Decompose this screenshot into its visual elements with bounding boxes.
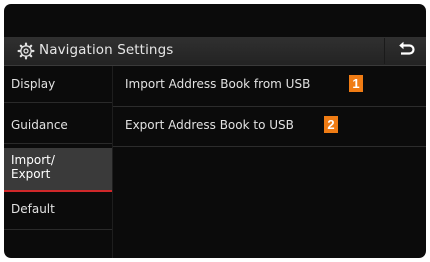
title-bar: Navigation Settings [4, 37, 426, 66]
back-arrow-icon [397, 41, 415, 61]
head-unit-screen: Navigation Settings Display Guidance Imp… [4, 4, 426, 258]
gear-icon [17, 42, 35, 60]
sidebar-item-default[interactable]: Default [4, 193, 112, 229]
import-address-book-option[interactable]: Import Address Book from USB 1 [113, 67, 426, 103]
sidebar-item-label: Default [11, 202, 55, 216]
divider [4, 143, 112, 144]
page-title: Navigation Settings [39, 42, 174, 58]
sidebar: Display Guidance Import/ Export Default [4, 66, 112, 258]
option-label: Export Address Book to USB [125, 118, 294, 132]
sidebar-item-import-export[interactable]: Import/ Export [4, 148, 112, 192]
divider [113, 146, 426, 147]
sidebar-item-label: Import/ Export [11, 153, 55, 181]
callout-badge: 2 [324, 116, 338, 133]
export-address-book-option[interactable]: Export Address Book to USB 2 [113, 107, 426, 143]
sidebar-item-label: Guidance [11, 118, 68, 132]
sidebar-item-display[interactable]: Display [4, 66, 112, 102]
sidebar-item-label: Display [11, 77, 56, 91]
divider [4, 229, 112, 230]
back-button[interactable] [384, 38, 426, 64]
sidebar-item-guidance[interactable]: Guidance [4, 103, 112, 143]
callout-badge: 1 [349, 75, 363, 92]
option-label: Import Address Book from USB [125, 77, 311, 91]
active-indicator [4, 190, 112, 192]
